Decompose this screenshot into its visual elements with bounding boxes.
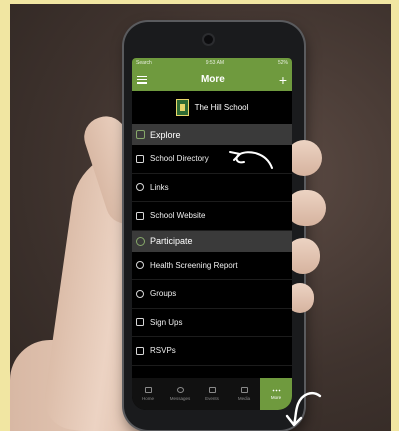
tab-label: Messages: [169, 396, 191, 401]
bottom-tab-bar: Home Messages Events Media More: [132, 378, 292, 410]
tab-home[interactable]: Home: [132, 378, 164, 410]
menu-item-rsvps[interactable]: RSVPs: [132, 337, 292, 366]
calendar-icon: [208, 387, 216, 393]
menu-item-health-screening-report[interactable]: Health Screening Report: [132, 252, 292, 280]
website-icon: [136, 211, 144, 220]
tab-label: Events: [205, 396, 219, 401]
school-brand: The Hill School: [132, 91, 292, 124]
link-icon: [136, 183, 144, 192]
directory-icon: [136, 154, 144, 163]
battery-text: 52%: [277, 60, 288, 66]
tab-events[interactable]: Events: [196, 378, 228, 410]
status-bar: Search 9:53 AM 52%: [132, 58, 292, 68]
menu-item-groups[interactable]: Groups: [132, 280, 292, 309]
home-icon: [144, 387, 152, 393]
front-camera: [204, 35, 213, 44]
plus-icon[interactable]: +: [279, 73, 287, 87]
school-name: The Hill School: [194, 103, 249, 112]
clipboard-icon: [136, 318, 144, 327]
messages-icon: [176, 387, 184, 393]
section-header-participate: Participate: [132, 230, 292, 252]
page-title: More: [200, 74, 225, 85]
app-bar: More +: [132, 68, 292, 91]
section-label: Explore: [150, 129, 181, 140]
menu-item-label: Sign Ups: [150, 317, 183, 327]
phone-screen: Search 9:53 AM 52% More + The Hill Schoo…: [132, 58, 292, 410]
clock: 9:53 AM: [205, 60, 225, 66]
tab-media[interactable]: Media: [228, 378, 260, 410]
school-crest-logo: [175, 99, 189, 116]
finger: [286, 190, 326, 226]
menu-item-label: School Directory: [150, 154, 209, 164]
more-icon: [271, 388, 281, 392]
tab-label: Media: [237, 396, 251, 401]
tab-messages[interactable]: Messages: [164, 378, 196, 410]
menu-item-label: School Website: [150, 211, 206, 221]
menu-item-label: Groups: [150, 289, 177, 299]
section-header-explore: Explore: [132, 124, 292, 145]
hamburger-icon[interactable]: [137, 75, 147, 84]
menu-item-label: Links: [150, 182, 169, 192]
menu-item-links[interactable]: Links: [132, 174, 292, 202]
menu-item-sign-ups[interactable]: Sign Ups: [132, 309, 292, 337]
arrow-annotation-explore: [229, 151, 273, 169]
menu-item-label: Health Screening Report: [150, 260, 238, 270]
groups-icon: [136, 289, 144, 298]
section-label: Participate: [150, 236, 193, 246]
compass-icon: [136, 130, 145, 139]
menu-item-label: RSVPs: [150, 346, 176, 356]
rsvp-calendar-icon: [136, 346, 144, 355]
tab-label: Home: [141, 396, 154, 401]
participate-icon: [136, 236, 145, 246]
menu-item-school-website[interactable]: School Website: [132, 202, 292, 231]
arrow-annotation-more: [285, 392, 322, 427]
tab-label: More: [270, 394, 282, 400]
carrier-text: Search: [136, 60, 152, 66]
health-icon: [136, 261, 144, 270]
media-icon: [240, 387, 248, 393]
